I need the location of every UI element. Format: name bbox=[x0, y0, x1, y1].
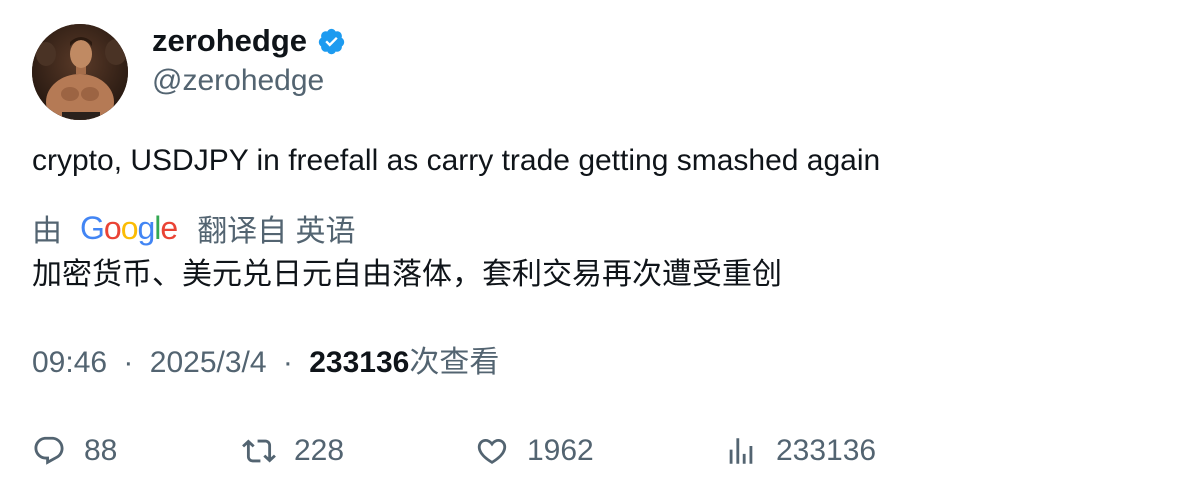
reply-icon bbox=[34, 436, 64, 465]
translation-prefix: 由 bbox=[32, 215, 62, 248]
reply-count: 88 bbox=[84, 434, 118, 467]
avatar-image bbox=[32, 24, 128, 120]
google-logo-letter: o bbox=[103, 209, 122, 246]
user-handle[interactable]: @zerohedge bbox=[152, 63, 324, 99]
retweet-button[interactable]: 228 bbox=[242, 428, 344, 474]
heart-icon bbox=[477, 438, 507, 464]
tweet-date[interactable]: 2025/3/4 bbox=[150, 346, 267, 379]
google-logo-text: Google bbox=[80, 209, 178, 247]
google-logo-letter: o bbox=[120, 209, 139, 246]
translation-attribution: 由 Google 翻译自 英语 bbox=[32, 206, 356, 250]
meta-separator: · bbox=[282, 346, 293, 379]
like-count: 1962 bbox=[527, 434, 594, 467]
like-button[interactable]: 1962 bbox=[475, 428, 594, 474]
google-logo-letter: G bbox=[80, 209, 105, 246]
display-name[interactable]: zerohedge bbox=[152, 22, 346, 60]
bar-chart-icon bbox=[729, 438, 753, 464]
retweet-count: 228 bbox=[294, 434, 345, 467]
reply-button[interactable]: 88 bbox=[32, 428, 117, 474]
google-logo-letter: e bbox=[160, 209, 178, 246]
action-bar: 88 228 1962 233136 bbox=[32, 428, 1172, 474]
views-action-count: 233136 bbox=[776, 434, 877, 467]
google-logo-letter: g bbox=[137, 209, 155, 246]
tweet-time[interactable]: 09:46 bbox=[32, 346, 107, 379]
tweet-meta: 09:46 · 2025/3/4 · 233136次查看 bbox=[32, 343, 499, 383]
views-count: 233136 bbox=[309, 346, 410, 379]
retweet-icon bbox=[242, 439, 276, 463]
display-name-text: zerohedge bbox=[152, 23, 308, 58]
translation-suffix[interactable]: 翻译自 英语 bbox=[197, 206, 355, 250]
translated-text: 加密货币、美元兑日元自由落体，套利交易再次遭受重创 bbox=[32, 258, 782, 291]
meta-separator: · bbox=[123, 346, 134, 379]
views-button[interactable]: 233136 bbox=[724, 428, 876, 474]
google-logo: Google bbox=[80, 209, 178, 247]
tweet-text: crypto, USDJPY in freefall as carry trad… bbox=[32, 144, 881, 177]
avatar[interactable] bbox=[32, 24, 128, 120]
verified-badge-icon bbox=[318, 28, 345, 54]
views-label: 次查看 bbox=[409, 346, 500, 379]
